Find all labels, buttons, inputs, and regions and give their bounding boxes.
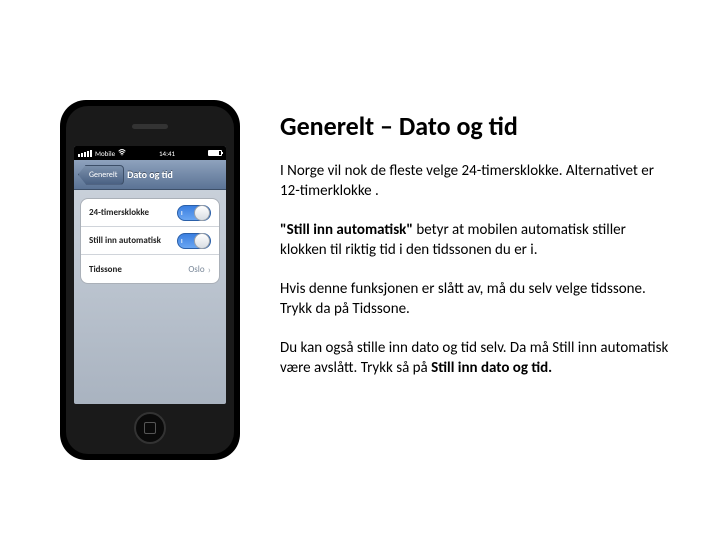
p4-bold: Still inn dato og tid. <box>431 359 552 377</box>
settings-group: 24-timersklokke I Still inn automatisk I <box>80 198 220 284</box>
toggle-knob <box>194 205 210 221</box>
paragraph-2: "Still inn automatisk" betyr at mobilen … <box>280 221 670 260</box>
toggle-auto[interactable]: I <box>177 233 211 249</box>
row-timezone[interactable]: Tidssone Oslo › <box>81 255 219 283</box>
phone-bezel: Mobile 14:41 Generelt Dato og tid <box>66 106 234 454</box>
phone-speaker <box>132 124 168 129</box>
nav-bar: Generelt Dato og tid <box>74 160 226 190</box>
paragraph-1: I Norge vil nok de fleste velge 24-timer… <box>280 162 670 201</box>
paragraph-3: Hvis denne funksjonen er slått av, må du… <box>280 280 670 319</box>
back-button-label: Generelt <box>89 170 117 180</box>
wifi-icon <box>118 149 126 158</box>
battery-icon <box>208 150 222 156</box>
status-bar: Mobile 14:41 <box>74 146 226 160</box>
phone-screen: Mobile 14:41 Generelt Dato og tid <box>74 146 226 404</box>
text-column: Generelt – Dato og tid I Norge vil nok d… <box>280 60 690 510</box>
chevron-right-icon: › <box>208 263 211 276</box>
row-value: Oslo <box>188 264 204 275</box>
carrier-label: Mobile <box>95 149 115 158</box>
slide: Mobile 14:41 Generelt Dato og tid <box>0 0 720 540</box>
row-label: Still inn automatisk <box>89 235 161 246</box>
toggle-24-hour[interactable]: I <box>177 205 211 221</box>
phone-frame: Mobile 14:41 Generelt Dato og tid <box>60 100 240 460</box>
toggle-on-indicator: I <box>181 209 183 217</box>
p2-bold: "Still inn automatisk" <box>280 221 413 239</box>
row-set-automatically[interactable]: Still inn automatisk I <box>81 227 219 255</box>
nav-title: Dato og tid <box>127 168 173 181</box>
toggle-knob <box>194 233 210 249</box>
paragraph-4: Du kan også stille inn dato og tid selv.… <box>280 339 670 378</box>
status-time: 14:41 <box>159 149 175 158</box>
row-label: 24-timersklokke <box>89 207 149 218</box>
back-button[interactable]: Generelt <box>78 165 124 185</box>
page-title: Generelt – Dato og tid <box>280 110 670 142</box>
row-24-hour-clock[interactable]: 24-timersklokke I <box>81 199 219 227</box>
signal-icon <box>78 150 92 157</box>
row-label: Tidssone <box>89 264 122 275</box>
toggle-on-indicator: I <box>181 237 183 245</box>
home-button[interactable] <box>134 412 166 444</box>
